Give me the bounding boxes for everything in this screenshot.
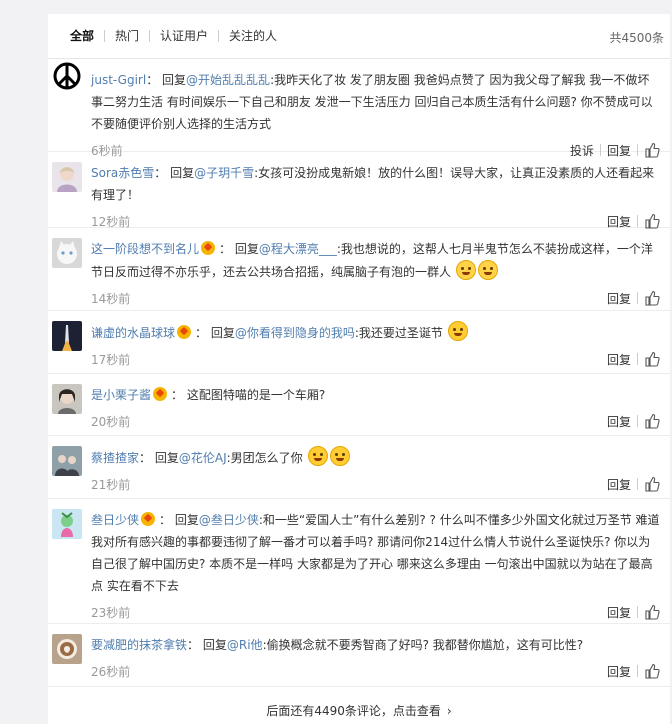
- thumbs-up-icon[interactable]: [644, 213, 660, 229]
- username-link[interactable]: 这一阶段想不到名儿: [91, 242, 199, 256]
- crying-emoji-icon: [477, 260, 498, 280]
- comment-text: just-Ggirl： 回复@开始乱乱乱乱:我昨天化了妆 发了朋友圈 我爸妈点赞…: [91, 73, 653, 131]
- username-link[interactable]: 是小栗子酱: [91, 388, 151, 402]
- avatar[interactable]: [52, 162, 82, 192]
- reply-button[interactable]: 回复: [601, 413, 637, 430]
- comment-time: 17秒前: [91, 352, 131, 367]
- comment-text: 蔡揸揸家： 回复@花伦AJ:男团怎么了你: [91, 446, 660, 469]
- comment-text: 这一阶段想不到名儿： 回复@程大漂亮___:我也想说的，这帮人七月半鬼节怎么不装…: [91, 241, 653, 280]
- reply-button[interactable]: 回复: [601, 290, 637, 307]
- chevron-right-icon: ›: [446, 704, 452, 718]
- thumbs-up-icon[interactable]: [644, 663, 660, 679]
- action-divider: [637, 353, 638, 365]
- reply-button[interactable]: 回复: [601, 604, 637, 621]
- action-divider: [637, 478, 638, 490]
- comment-total: 共4500条: [609, 31, 664, 45]
- comment-item: Sora赤色雪： 回复@子玥千雪:女孩可没扮成鬼新娘！放的什么图！误导大家，让真…: [48, 152, 670, 230]
- action-divider: [637, 292, 638, 304]
- action-divider: [637, 415, 638, 427]
- reply-button[interactable]: 回复: [601, 351, 637, 368]
- thinking-emoji-icon: [307, 446, 328, 466]
- mention-link[interactable]: @Ri他: [227, 638, 263, 652]
- comment-item: 要减肥的抹茶拿铁： 回复@Ri他:偷换概念就不要秀智商了好吗? 我都替你尴尬，这…: [48, 624, 670, 687]
- comment-item: 叁日少侠： 回复@叁日少侠:和一些“爱国人士”有什么差别? ? 什么叫不懂多少外…: [48, 499, 670, 624]
- action-divider: [637, 215, 638, 227]
- username-link[interactable]: 要减肥的抹茶拿铁: [91, 638, 187, 652]
- mention-link[interactable]: @开始乱乱乱乱: [186, 73, 270, 87]
- tab-all[interactable]: 全部: [60, 29, 104, 43]
- avatar[interactable]: [52, 446, 82, 476]
- vip-badge-icon: [153, 387, 168, 401]
- username-link[interactable]: 蔡揸揸家: [91, 451, 139, 465]
- comment-text: 是小栗子酱： 这配图特喵的是一个车厢?: [91, 387, 326, 402]
- tab-verified[interactable]: 认证用户: [150, 29, 218, 43]
- reply-button[interactable]: 回复: [601, 663, 637, 680]
- reply-button[interactable]: 回复: [601, 213, 637, 230]
- thumbs-up-icon[interactable]: [644, 351, 660, 367]
- avatar[interactable]: [52, 105, 82, 135]
- mention-link[interactable]: @花伦AJ: [179, 451, 227, 465]
- action-divider: [637, 606, 638, 618]
- mention-link[interactable]: @叁日少侠: [199, 513, 259, 527]
- comment-text: Sora赤色雪： 回复@子玥千雪:女孩可没扮成鬼新娘！放的什么图！误导大家，让真…: [91, 166, 655, 202]
- comment-item: 蔡揸揸家： 回复@花伦AJ:男团怎么了你 21秒前 回复: [48, 436, 670, 499]
- comment-time: 14秒前: [91, 291, 131, 306]
- comment-text: 谦虚的水晶球球： 回复@你看得到隐身的我吗:我还要过圣诞节: [91, 321, 660, 344]
- thinking-emoji-icon: [329, 446, 350, 466]
- comment-item: just-Ggirl： 回复@开始乱乱乱乱:我昨天化了妆 发了朋友圈 我爸妈点赞…: [48, 59, 670, 158]
- comment-text: 要减肥的抹茶拿铁： 回复@Ri他:偷换概念就不要秀智商了好吗? 我都替你尴尬，这…: [91, 638, 584, 652]
- username-link[interactable]: just-Ggirl: [91, 73, 146, 87]
- action-divider: [637, 665, 638, 677]
- reply-button[interactable]: 回复: [601, 476, 637, 493]
- laughing-emoji-icon: [447, 321, 468, 341]
- comment-time: 26秒前: [91, 664, 131, 679]
- mention-link[interactable]: @程大漂亮___: [259, 242, 337, 256]
- tab-following[interactable]: 关注的人: [219, 29, 287, 43]
- comment-item: 是小栗子酱： 这配图特喵的是一个车厢? 20秒前 回复: [48, 374, 670, 436]
- username-link[interactable]: 谦虚的水晶球球: [91, 326, 175, 340]
- username-link[interactable]: 叁日少侠: [91, 513, 139, 527]
- vip-badge-icon: [177, 325, 192, 339]
- crying-emoji-icon: [455, 260, 476, 280]
- comment-item: 谦虚的水晶球球： 回复@你看得到隐身的我吗:我还要过圣诞节 17秒前 回复: [48, 311, 670, 374]
- comment-item: 这一阶段想不到名儿： 回复@程大漂亮___:我也想说的，这帮人七月半鬼节怎么不装…: [48, 228, 670, 311]
- mention-link[interactable]: @子玥千雪: [194, 166, 254, 180]
- vip-badge-icon: [201, 241, 216, 255]
- thumbs-up-icon[interactable]: [644, 290, 660, 306]
- comment-time: 23秒前: [91, 605, 131, 620]
- thumbs-up-icon[interactable]: [644, 476, 660, 492]
- comment-time: 21秒前: [91, 477, 131, 492]
- avatar[interactable]: [52, 384, 82, 414]
- avatar[interactable]: [52, 238, 82, 268]
- comment-time: 12秒前: [91, 214, 131, 229]
- load-more-link[interactable]: 后面还有4490条评论，点击查看 ›: [48, 702, 670, 724]
- avatar[interactable]: [52, 61, 82, 91]
- avatar[interactable]: [52, 321, 82, 351]
- thumbs-up-icon[interactable]: [644, 413, 660, 429]
- vip-badge-icon: [141, 512, 156, 526]
- tab-hot[interactable]: 热门: [105, 29, 149, 43]
- comment-panel: 全部 热门 认证用户 关注的人 共4500条 just-Ggirl： 回复@开始…: [48, 14, 670, 724]
- mention-link[interactable]: @你看得到隐身的我吗: [235, 326, 355, 340]
- comment-time: 20秒前: [91, 414, 131, 429]
- comment-text: 叁日少侠： 回复@叁日少侠:和一些“爱国人士”有什么差别? ? 什么叫不懂多少外…: [91, 512, 660, 593]
- thumbs-up-icon[interactable]: [644, 604, 660, 620]
- username-link[interactable]: Sora赤色雪: [91, 166, 154, 180]
- avatar[interactable]: [52, 634, 82, 664]
- avatar[interactable]: [52, 509, 82, 539]
- filter-tabs: 全部 热门 认证用户 关注的人 共4500条: [48, 14, 670, 59]
